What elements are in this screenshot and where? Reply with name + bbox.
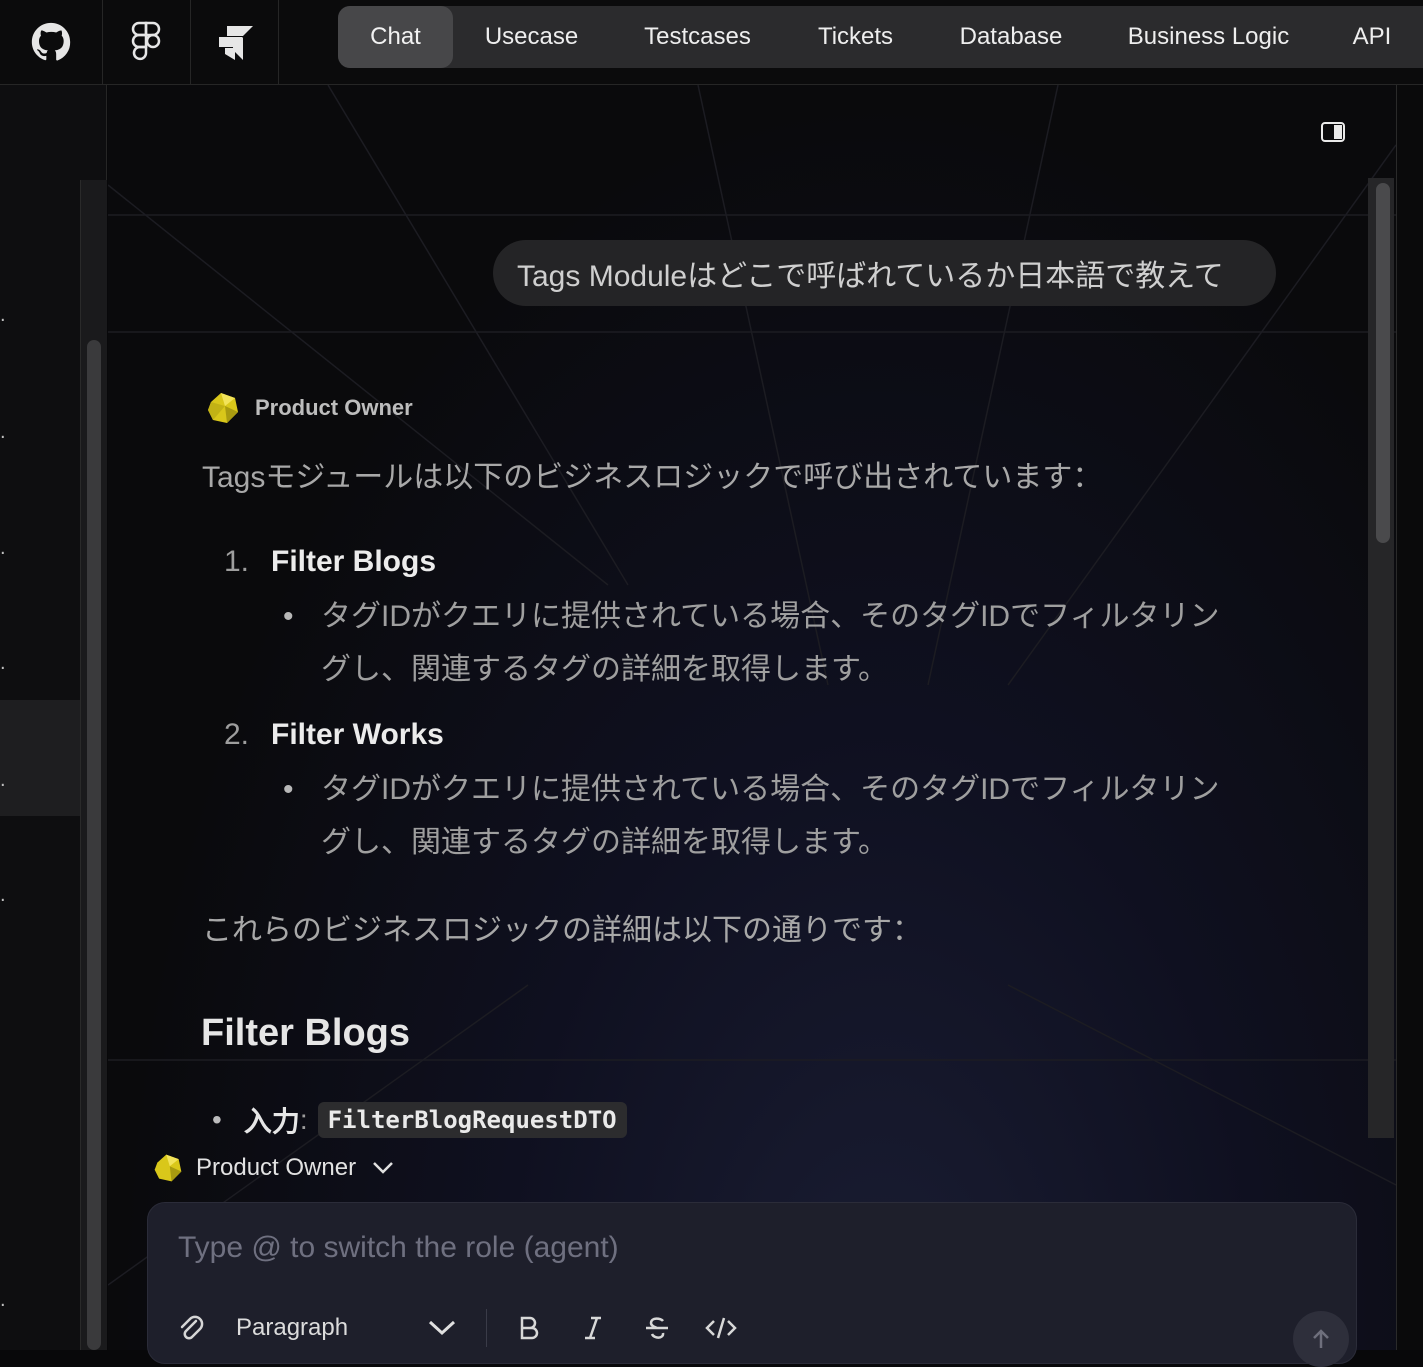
paragraph-select[interactable]: Paragraph [236, 1314, 456, 1342]
paragraph-label: Paragraph [236, 1314, 349, 1341]
main-tabs: Chat Usecase Testcases Tickets Database … [338, 6, 1423, 68]
sidebar-item-truncated[interactable]: . [0, 770, 8, 790]
user-message-text: Tags Moduleはどこで呼ばれているか日本語で教えて [517, 260, 1224, 293]
bullet-dot: • [283, 600, 294, 633]
github-button[interactable] [0, 0, 103, 84]
sidebar-item-truncated[interactable]: . [0, 305, 8, 325]
input-spec: • 入力 : FilterBlogRequestDTO [212, 1100, 627, 1140]
sidebar: . . . . . . . [0, 85, 107, 1350]
agent-avatar-icon [154, 1154, 182, 1182]
bullet-dot: • [212, 1104, 222, 1135]
tab-usecase[interactable]: Usecase [453, 6, 610, 68]
chevron-down-icon [373, 1162, 393, 1174]
agent-avatar-icon [208, 393, 238, 423]
list-number: 2. [224, 718, 250, 751]
strikethrough-icon [646, 1317, 668, 1339]
message-composer[interactable]: Type @ to switch the role (agent) Paragr… [147, 1202, 1357, 1367]
agent-intro-text: Tagsモジュールは以下のビジネスロジックで呼び出されています： [202, 461, 1103, 494]
list-title: Filter Blogs [271, 545, 437, 578]
tab-tickets[interactable]: Tickets [785, 6, 926, 68]
list-bullet: • タグIDがクエリに提供されている場合、そのタグIDでフィルタリングし、関連す… [283, 590, 1243, 696]
agent-name: Product Owner [255, 395, 413, 420]
sidebar-scrollbar-thumb[interactable] [87, 340, 101, 1350]
agent-header: Product Owner [205, 388, 413, 428]
list-number: 1. [224, 545, 250, 578]
tab-testcases[interactable]: Testcases [610, 6, 785, 68]
figma-button[interactable] [102, 0, 191, 84]
role-selector[interactable]: Product Owner [152, 1150, 394, 1186]
composer-toolbar: Paragraph [178, 1308, 765, 1348]
composer-placeholder[interactable]: Type @ to switch the role (agent) [178, 1231, 619, 1265]
agent-outro-text: これらのビジネスロジックの詳細は以下の通りです： [202, 914, 922, 947]
figma-icon [131, 21, 161, 61]
right-edge [1396, 85, 1423, 1350]
sidebar-item-truncated[interactable]: . [0, 653, 8, 673]
top-bar: Chat Usecase Testcases Tickets Database … [0, 0, 1423, 85]
bullet-text: タグIDがクエリに提供されている場合、そのタグIDでフィルタリングし、関連するタ… [321, 773, 1220, 859]
sidebar-item-truncated[interactable]: . [0, 1290, 8, 1310]
toggle-panel-icon[interactable] [1321, 122, 1345, 142]
jira-button[interactable] [190, 0, 279, 84]
list-bullet: • タグIDがクエリに提供されている場合、そのタグIDでフィルタリングし、関連す… [283, 763, 1243, 869]
arrow-up-icon [1313, 1329, 1329, 1348]
bold-button[interactable] [509, 1308, 549, 1348]
tab-chat[interactable]: Chat [338, 6, 453, 68]
section-heading: Filter Blogs [201, 1012, 411, 1054]
list-title: Filter Works [271, 718, 444, 751]
input-code: FilterBlogRequestDTO [317, 1102, 627, 1138]
list-item: 1. Filter Blogs [224, 545, 436, 579]
bullet-text: タグIDがクエリに提供されている場合、そのタグIDでフィルタリングし、関連するタ… [321, 600, 1220, 686]
italic-icon [585, 1316, 601, 1340]
github-icon [31, 22, 71, 61]
bold-icon [520, 1316, 539, 1340]
input-label: 入力 [243, 1106, 300, 1137]
sidebar-item-truncated[interactable]: . [0, 422, 8, 442]
tab-api[interactable]: API [1321, 6, 1423, 68]
strikethrough-button[interactable] [637, 1308, 677, 1348]
bullet-dot: • [283, 773, 294, 806]
toolbar-divider [486, 1309, 487, 1347]
send-button[interactable] [1293, 1311, 1349, 1367]
list-item: 2. Filter Works [224, 718, 444, 752]
code-icon [705, 1317, 737, 1339]
chevron-down-icon [428, 1320, 456, 1336]
chat-scrollbar-thumb[interactable] [1376, 183, 1390, 543]
sidebar-item-truncated[interactable]: . [0, 885, 8, 905]
italic-button[interactable] [573, 1308, 613, 1348]
user-message: Tags Moduleはどこで呼ばれているか日本語で教えて [493, 240, 1276, 306]
input-colon: : [299, 1104, 308, 1135]
sidebar-selected-item[interactable] [0, 700, 80, 816]
attach-icon[interactable] [178, 1313, 204, 1343]
jira-icon [219, 26, 253, 60]
sidebar-item-truncated[interactable]: . [0, 538, 8, 558]
role-name: Product Owner [196, 1154, 357, 1181]
tab-business-logic[interactable]: Business Logic [1096, 6, 1321, 68]
code-button[interactable] [701, 1308, 741, 1348]
tab-database[interactable]: Database [926, 6, 1096, 68]
